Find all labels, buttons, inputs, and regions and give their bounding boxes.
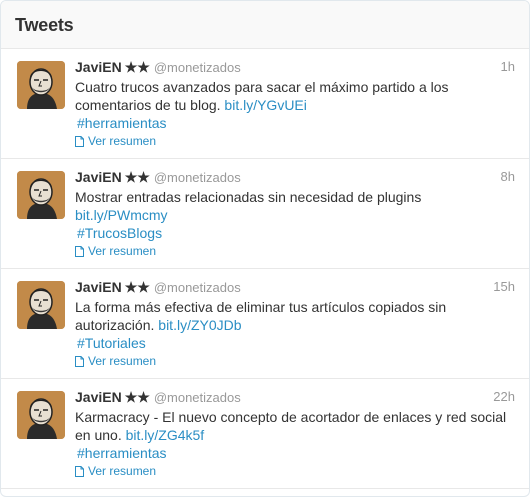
tweet-item[interactable]: JaviEN ★★ @monetizados 8h Mostrar entradas… (1, 159, 529, 269)
tweet-content: JaviEN ★★ @monetizados 1h Cuatro trucos av… (75, 58, 515, 152)
author-badge: ★★ (124, 169, 150, 185)
view-summary-label: Ver resumen (88, 244, 157, 258)
author-username[interactable]: @monetizados (154, 280, 241, 295)
avatar[interactable] (17, 391, 65, 439)
document-icon (75, 465, 84, 477)
tweet-text: Karmacracy - El nuevo concepto de acorta… (75, 408, 515, 444)
tweet-text: La forma más efectiva de eliminar tus ar… (75, 298, 515, 334)
tweet-timestamp[interactable]: 22h (493, 388, 515, 406)
panel-title: Tweets (15, 15, 74, 35)
tweet-hashtag[interactable]: #TrucosBlogs (77, 225, 162, 241)
hashtag-row: #herramientas (75, 114, 515, 132)
tweet-link[interactable]: bit.ly/ZY0JDb (158, 317, 241, 333)
avatar[interactable] (17, 171, 65, 219)
document-icon (75, 355, 84, 367)
author-name[interactable]: JaviEN (75, 59, 122, 75)
tweet-hashtag[interactable]: #herramientas (77, 445, 167, 461)
avatar-illustration-icon (17, 61, 65, 109)
avatar[interactable] (17, 61, 65, 109)
avatar[interactable] (17, 281, 65, 329)
author-badge: ★★ (124, 279, 150, 295)
tweet-header: JaviEN ★★ @monetizados 15h (75, 278, 515, 296)
tweet-hashtag[interactable]: #herramientas (77, 115, 167, 131)
view-summary-button[interactable]: Ver resumen (75, 463, 156, 479)
tweet-content: JaviEN ★★ @monetizados 8h Mostrar entradas… (75, 168, 515, 262)
tweet-header: JaviEN ★★ @monetizados 1h (75, 58, 515, 76)
tweet-timestamp[interactable]: 1h (501, 58, 515, 76)
author-name[interactable]: JaviEN (75, 279, 122, 295)
tweet-item[interactable]: JaviEN ★★ @monetizados 1h Cuatro trucos av… (1, 49, 529, 159)
tweet-link[interactable]: bit.ly/YGvUEi (224, 97, 306, 113)
avatar-illustration-icon (17, 281, 65, 329)
tweet-hashtag[interactable]: #Tutoriales (77, 335, 146, 351)
panel-header: Tweets (1, 1, 529, 49)
avatar-illustration-icon (17, 391, 65, 439)
author-username[interactable]: @monetizados (154, 170, 241, 185)
tweet-text: Mostrar entradas relacionadas sin necesi… (75, 188, 515, 224)
tweet-link[interactable]: bit.ly/PWmcmy (75, 207, 168, 223)
tweet-item[interactable]: JaviEN ★★ @monetizados 22h Karmacracy - El… (1, 379, 529, 489)
tweet-item[interactable]: JaviEN ★★ @monetizados 15h La forma más ef… (1, 269, 529, 379)
author-badge: ★★ (124, 389, 150, 405)
view-summary-label: Ver resumen (88, 464, 157, 478)
hashtag-row: #Tutoriales (75, 334, 515, 352)
author-name[interactable]: JaviEN (75, 169, 122, 185)
author-username[interactable]: @monetizados (154, 390, 241, 405)
document-icon (75, 245, 84, 257)
document-icon (75, 135, 84, 147)
tweet-header: JaviEN ★★ @monetizados 22h (75, 388, 515, 406)
view-summary-button[interactable]: Ver resumen (75, 133, 156, 149)
hashtag-row: #herramientas (75, 444, 515, 462)
view-summary-label: Ver resumen (88, 354, 157, 368)
tweet-body: Mostrar entradas relacionadas sin necesi… (75, 189, 422, 205)
view-summary-button[interactable]: Ver resumen (75, 353, 156, 369)
avatar-illustration-icon (17, 171, 65, 219)
tweet-content: JaviEN ★★ @monetizados 15h La forma más ef… (75, 278, 515, 372)
hashtag-row: #TrucosBlogs (75, 224, 515, 242)
author-badge: ★★ (124, 59, 150, 75)
tweet-timestamp[interactable]: 8h (501, 168, 515, 186)
tweet-timestamp[interactable]: 15h (493, 278, 515, 296)
view-summary-label: Ver resumen (88, 134, 157, 148)
author-name[interactable]: JaviEN (75, 389, 122, 405)
tweet-content: JaviEN ★★ @monetizados 22h Karmacracy - El… (75, 388, 515, 482)
author-username[interactable]: @monetizados (154, 60, 241, 75)
tweet-header: JaviEN ★★ @monetizados 8h (75, 168, 515, 186)
tweet-body: La forma más efectiva de eliminar tus ar… (75, 299, 447, 333)
tweets-panel: Tweets JaviEN ★★ @monetizados 1h Cuatro tr… (0, 0, 530, 497)
view-summary-button[interactable]: Ver resumen (75, 243, 156, 259)
tweet-link[interactable]: bit.ly/ZG4k5f (126, 427, 205, 443)
tweet-text: Cuatro trucos avanzados para sacar el má… (75, 78, 515, 114)
